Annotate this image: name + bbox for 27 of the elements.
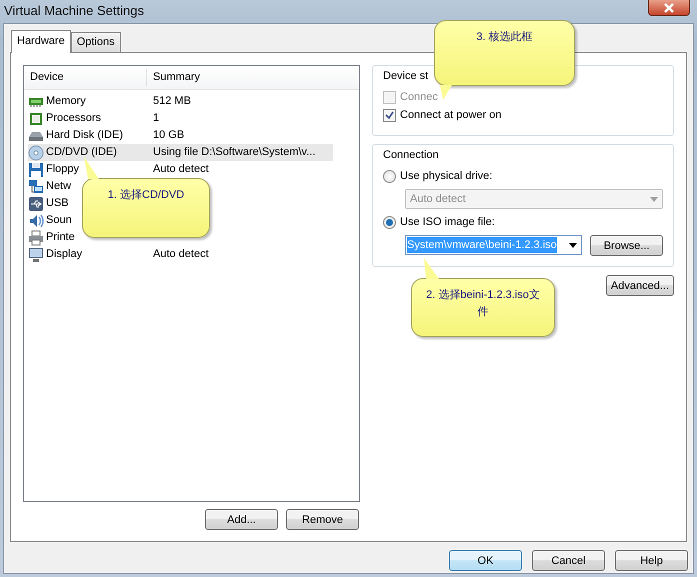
checkbox-label: Connect at power on — [400, 108, 502, 124]
device-name: Printe — [46, 230, 75, 246]
device-name: Display — [46, 247, 82, 262]
device-name: CD/DVD (IDE) — [46, 145, 117, 160]
device-summary: 1 — [153, 111, 160, 126]
window-title: Virtual Machine Settings — [4, 2, 144, 20]
device-summary: Using file D:\Software\System\v... — [153, 145, 316, 160]
device-name: Hard Disk (IDE) — [46, 128, 124, 144]
device-name: Soun — [46, 213, 72, 228]
device-summary: 512 MB — [153, 94, 191, 110]
device-summary: 10 GB — [153, 128, 184, 144]
group-title: Device st — [383, 69, 430, 84]
callout-text: 1. 选择CD/DVD — [108, 188, 184, 203]
callout-text: 2. 选择beini-1.2.3.iso文件 — [425, 288, 541, 320]
group-title: Connection — [383, 148, 440, 162]
device-name: Memory — [46, 94, 86, 110]
dropdown-value: Auto detect — [410, 192, 466, 207]
device-summary: Auto detect — [153, 162, 209, 178]
device-name: Netw — [46, 179, 72, 194]
radio-label: Use ISO image file: — [400, 214, 495, 230]
device-summary: Auto detect — [153, 247, 209, 262]
checkbox-label: Connec — [400, 90, 438, 106]
device-name: Processors — [46, 111, 102, 126]
device-name: USB — [46, 196, 69, 212]
radio-label: Use physical drive: — [400, 168, 492, 184]
device-name: Floppy — [46, 162, 80, 178]
callout-text: 3. 核选此框 — [476, 30, 533, 45]
